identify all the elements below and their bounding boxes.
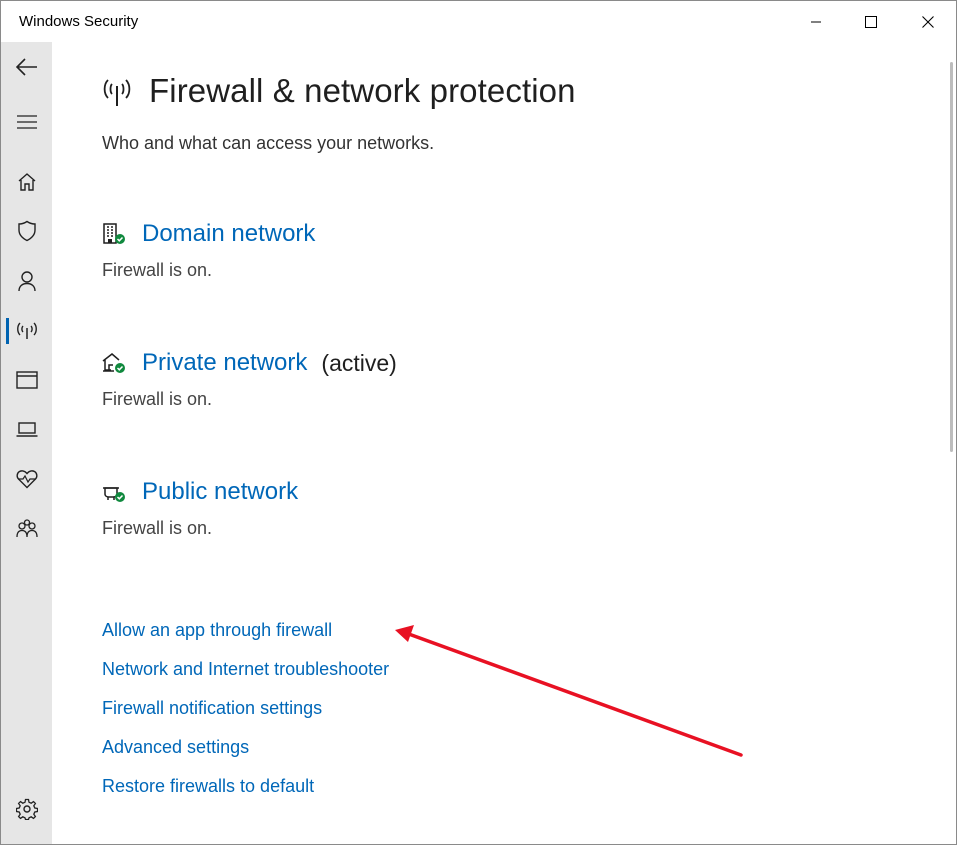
windows-security-window: Windows Security Firewall & network prot… (0, 0, 957, 845)
sidebar-item-family-options[interactable] (1, 507, 52, 551)
back-arrow-icon (15, 58, 37, 76)
public-network-status: Firewall is on. (102, 518, 213, 538)
sidebar-item-home[interactable] (1, 160, 52, 204)
network-troubleshooter-link[interactable]: Network and Internet troubleshooter (102, 657, 389, 696)
sidebar-item-app-browser-control[interactable] (1, 358, 52, 402)
domain-network-link[interactable]: Domain network (142, 220, 315, 248)
restore-firewalls-default-link[interactable]: Restore firewalls to default (102, 774, 389, 813)
private-network-status: Firewall is on. (102, 389, 213, 409)
page-header: Firewall & network protection (102, 72, 576, 110)
window-icon (15, 371, 38, 389)
close-icon (921, 15, 934, 28)
active-network-badge: (active) (321, 349, 397, 376)
minimize-button[interactable] (787, 1, 844, 42)
public-network-section: Public network Firewall is on. (102, 475, 298, 539)
gear-icon (15, 798, 38, 820)
advanced-settings-link[interactable]: Advanced settings (102, 735, 389, 774)
firewall-notification-settings-link[interactable]: Firewall notification settings (102, 696, 389, 735)
private-network-section: Private network (active) Firewall is on. (102, 346, 397, 410)
laptop-icon (16, 422, 37, 437)
maximize-icon (864, 15, 877, 28)
menu-button[interactable] (1, 100, 52, 144)
sidebar-item-device-performance[interactable] (1, 457, 52, 501)
sidebar-item-virus-protection[interactable] (1, 209, 52, 253)
sidebar-item-device-security[interactable] (1, 408, 52, 452)
title-bar: Windows Security (1, 1, 956, 42)
page-title: Firewall & network protection (149, 72, 576, 109)
allow-app-through-firewall-link[interactable]: Allow an app through firewall (102, 618, 389, 657)
domain-network-section: Domain network Firewall is on. (102, 217, 315, 281)
person-icon (17, 271, 36, 292)
back-button[interactable] (1, 45, 52, 89)
sidebar-item-settings[interactable] (1, 787, 52, 831)
hamburger-icon (16, 115, 37, 129)
firewall-links: Allow an app through firewall Network an… (102, 618, 389, 813)
family-icon (15, 519, 38, 538)
sidebar-item-account-protection[interactable] (1, 259, 52, 303)
main-content: Firewall & network protection Who and wh… (52, 42, 956, 844)
sidebar (1, 42, 52, 844)
window-title: Windows Security (19, 13, 139, 30)
sidebar-item-firewall[interactable] (1, 308, 52, 352)
antenna-icon (103, 79, 131, 106)
scrollbar[interactable] (950, 62, 953, 452)
private-network-icon (102, 353, 125, 373)
antenna-icon (16, 322, 37, 339)
page-subtitle: Who and what can access your networks. (102, 133, 435, 153)
close-button[interactable] (899, 1, 956, 42)
domain-network-status: Firewall is on. (102, 260, 213, 280)
public-network-link[interactable]: Public network (142, 478, 298, 506)
home-icon (18, 173, 35, 191)
shield-icon (17, 220, 36, 242)
private-network-link[interactable]: Private network (142, 349, 307, 377)
domain-network-icon (103, 223, 125, 244)
public-network-icon (103, 487, 125, 502)
minimize-icon (810, 21, 821, 22)
maximize-button[interactable] (842, 1, 899, 42)
heart-icon (15, 470, 38, 489)
